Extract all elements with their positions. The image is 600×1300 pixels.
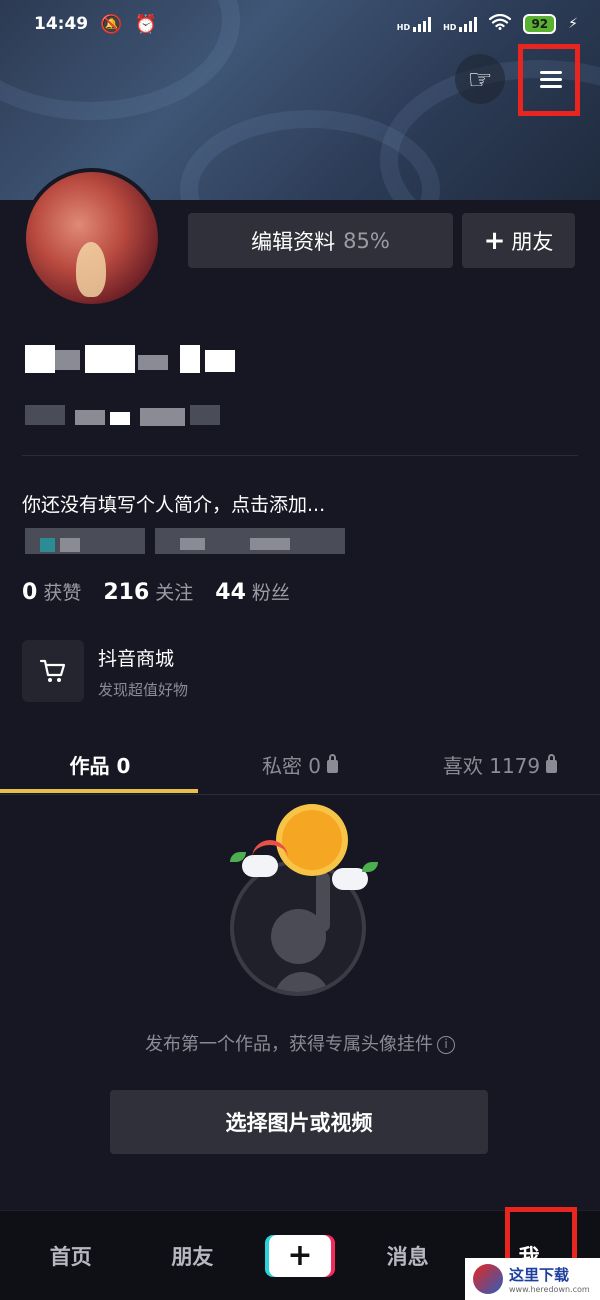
mute-icon: 🔕 xyxy=(100,13,123,35)
edit-profile-label: 编辑资料 xyxy=(251,229,336,254)
alarm-icon: ⏰ xyxy=(134,13,157,35)
status-bar: 14:49 🔕 ⏰ HD HD 92 ⚡ xyxy=(0,0,600,48)
signal-icon: HD xyxy=(397,16,432,32)
pointing-hand-button[interactable]: ☞ xyxy=(455,54,505,104)
avatar[interactable] xyxy=(22,168,162,308)
add-friend-button[interactable]: + 朋友 xyxy=(462,213,575,268)
nav-friends[interactable]: 朋友 xyxy=(147,1241,237,1271)
tab-works[interactable]: 作品 0 xyxy=(0,735,200,794)
pointing-hand-icon: ☞ xyxy=(467,62,493,96)
shop-entry[interactable]: 抖音商城 发现超值好物 xyxy=(22,640,188,702)
signal-icon-2: HD xyxy=(443,16,478,32)
watermark-title: 这里下载 xyxy=(509,1266,570,1284)
lock-icon xyxy=(327,754,339,773)
empty-state-message: 发布第一个作品，获得专属头像挂件 i xyxy=(0,1030,600,1056)
edit-profile-button[interactable]: 编辑资料 85% xyxy=(188,213,453,268)
nav-messages[interactable]: 消息 xyxy=(363,1241,453,1271)
shop-subtitle: 发现超值好物 xyxy=(98,681,189,699)
plus-icon: + xyxy=(287,1237,313,1273)
plus-icon: + xyxy=(483,225,506,256)
wifi-icon xyxy=(489,13,512,35)
content-tabs: 作品 0 私密 0 喜欢 1179 xyxy=(0,735,600,795)
profile-completion: 85% xyxy=(343,228,390,253)
highlight-box-menu xyxy=(518,44,580,116)
divider xyxy=(22,455,578,456)
stat-followers[interactable]: 44 粉丝 xyxy=(215,578,290,605)
shopping-cart-icon xyxy=(22,640,84,702)
empty-state-illustration xyxy=(222,800,382,1000)
tab-private[interactable]: 私密 0 xyxy=(200,735,400,794)
tab-liked[interactable]: 喜欢 1179 xyxy=(400,735,600,794)
active-tab-indicator xyxy=(0,789,198,793)
watermark-url: www.heredown.com xyxy=(509,1285,590,1294)
watermark: 这里下载 www.heredown.com xyxy=(465,1258,600,1300)
info-icon[interactable]: i xyxy=(437,1036,455,1054)
stat-following[interactable]: 216 关注 xyxy=(103,578,193,605)
charging-icon: ⚡ xyxy=(568,16,578,32)
lock-icon xyxy=(546,754,558,773)
sun-icon xyxy=(282,810,342,870)
profile-stats: 0 获赞 216 关注 44 粉丝 xyxy=(22,578,290,605)
status-time: 14:49 xyxy=(34,14,89,34)
battery-indicator: 92 xyxy=(523,14,557,34)
watermark-logo-icon xyxy=(473,1264,503,1294)
shop-title: 抖音商城 xyxy=(98,648,175,670)
nav-home[interactable]: 首页 xyxy=(26,1241,116,1271)
select-media-button[interactable]: 选择图片或视频 xyxy=(110,1090,488,1154)
bio-text[interactable]: 你还没有填写个人简介，点击添加... xyxy=(22,490,325,517)
create-post-button[interactable]: + xyxy=(268,1234,331,1277)
stat-likes[interactable]: 0 获赞 xyxy=(22,578,81,605)
add-friend-label: 朋友 xyxy=(511,229,554,254)
